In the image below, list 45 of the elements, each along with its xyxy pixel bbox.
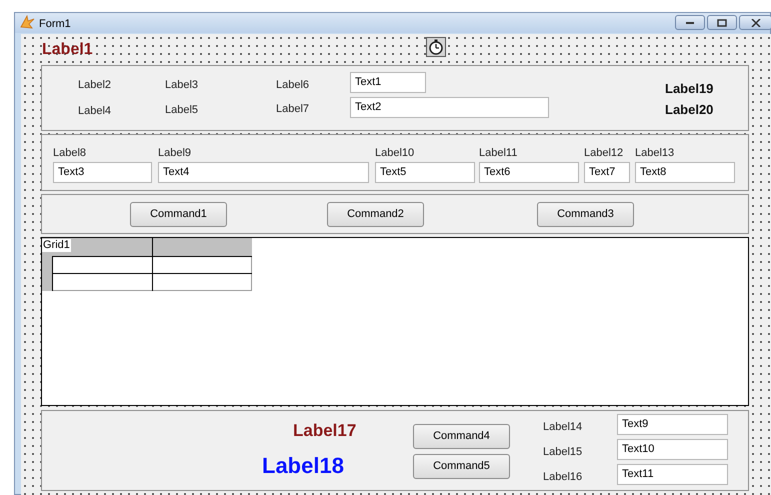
result-label: Label18 [262, 452, 344, 480]
command-button[interactable]: Command5 [413, 454, 510, 479]
field-label: Label3 [165, 78, 198, 93]
command-button[interactable]: Command1 [130, 202, 227, 227]
command-button[interactable]: Command3 [537, 202, 634, 227]
app-icon [19, 15, 35, 29]
command-button[interactable]: Command4 [413, 424, 510, 449]
field-label: Label16 [543, 470, 582, 485]
field-label: Label12 [584, 146, 624, 161]
field-label: Label9 [158, 146, 192, 161]
field-label: Label11 [479, 146, 518, 161]
input-field[interactable]: Text8 [635, 162, 735, 183]
field-label: Label13 [635, 146, 674, 161]
field-label: Label2 [78, 78, 112, 93]
input-field[interactable]: Text4 [158, 162, 369, 183]
total-label: Label20 [665, 101, 714, 119]
window-title: Form1 [39, 17, 71, 32]
grid-caption: Grid1 [42, 239, 71, 252]
close-button[interactable] [739, 15, 771, 30]
field-label: Label4 [78, 104, 112, 119]
minimize-button[interactable] [675, 15, 705, 30]
field-label: Label15 [543, 445, 582, 460]
command-button[interactable]: Command2 [327, 202, 424, 227]
field-label: Label5 [165, 103, 198, 118]
input-field[interactable]: Text10 [617, 439, 728, 460]
maximize-button[interactable] [707, 15, 737, 30]
input-field[interactable]: Text11 [617, 464, 728, 485]
field-label: Label14 [543, 420, 582, 435]
field-label: Label7 [276, 102, 310, 117]
input-field[interactable]: Text3 [53, 162, 152, 183]
field-label: Label10 [375, 146, 414, 161]
form-heading: Label1 [42, 40, 93, 60]
input-field[interactable]: Text9 [617, 414, 728, 435]
maximize-icon [717, 18, 727, 26]
input-field[interactable]: Text1 [350, 72, 426, 93]
input-field[interactable]: Text2 [350, 97, 549, 118]
minimize-icon [685, 20, 695, 24]
input-field[interactable]: Text7 [584, 162, 630, 183]
field-label: Label8 [53, 146, 86, 161]
input-field[interactable]: Text6 [479, 162, 579, 183]
close-icon [750, 18, 760, 26]
result-label: Label17 [293, 420, 356, 442]
input-field[interactable]: Text5 [375, 162, 475, 183]
field-label: Label6 [276, 78, 310, 93]
total-label: Label19 [665, 80, 714, 98]
